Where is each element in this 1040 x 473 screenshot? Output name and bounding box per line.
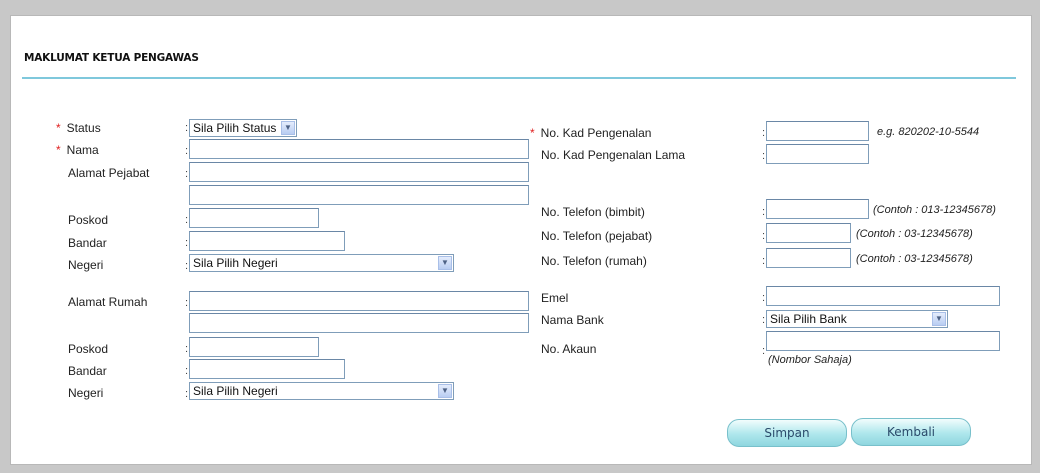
- emel-input[interactable]: [766, 286, 1000, 306]
- alamat-rumah-label: Alamat Rumah: [68, 295, 148, 309]
- ic-old-label: No. Kad Pengenalan Lama: [541, 148, 686, 162]
- nama-label-text: Nama: [66, 143, 99, 157]
- colon: :: [762, 345, 766, 357]
- tel-pejabat-input[interactable]: [766, 223, 851, 243]
- colon: :: [185, 388, 189, 400]
- bank-label: Nama Bank: [541, 313, 604, 327]
- colon: :: [185, 297, 189, 309]
- chevron-down-icon[interactable]: ▼: [281, 121, 295, 135]
- bank-select-value: Sila Pilih Bank: [770, 312, 847, 326]
- ic-label: * No. Kad Pengenalan: [530, 126, 651, 140]
- tel-pejabat-hint: (Contoh : 03-12345678): [856, 228, 973, 240]
- colon: :: [762, 230, 766, 242]
- negeri2-select-value: Sila Pilih Negeri: [193, 384, 278, 398]
- colon: :: [762, 314, 766, 326]
- status-label-text: Status: [66, 121, 101, 135]
- bank-select[interactable]: Sila Pilih Bank ▼: [766, 310, 948, 328]
- alamat-pejabat-input-2[interactable]: [189, 185, 529, 205]
- nama-label: * Nama: [56, 143, 99, 157]
- ic-label-text: No. Kad Pengenalan: [540, 126, 652, 140]
- section-divider: [22, 77, 1016, 79]
- colon: :: [185, 237, 189, 249]
- status-select[interactable]: Sila Pilih Status ▼: [189, 119, 297, 137]
- save-button[interactable]: Simpan: [727, 419, 847, 447]
- colon: :: [185, 260, 189, 272]
- poskod-input[interactable]: [189, 208, 319, 228]
- akaun-input[interactable]: [766, 331, 1000, 351]
- colon: :: [185, 168, 189, 180]
- poskod2-input[interactable]: [189, 337, 319, 357]
- negeri2-select[interactable]: Sila Pilih Negeri ▼: [189, 382, 454, 400]
- colon: :: [762, 206, 766, 218]
- chevron-down-icon[interactable]: ▼: [932, 312, 946, 326]
- tel-bimbit-hint: (Contoh : 013-12345678): [873, 204, 996, 216]
- form-panel: [10, 15, 1032, 465]
- bandar2-label: Bandar: [68, 364, 107, 378]
- tel-rumah-hint: (Contoh : 03-12345678): [856, 253, 973, 265]
- alamat-rumah-input-2[interactable]: [189, 313, 529, 333]
- akaun-label: No. Akaun: [541, 342, 597, 356]
- nama-input[interactable]: [189, 139, 529, 159]
- negeri2-label: Negeri: [68, 386, 104, 400]
- bandar-input[interactable]: [189, 231, 345, 251]
- tel-bimbit-input[interactable]: [766, 199, 869, 219]
- required-mark: *: [530, 126, 535, 140]
- chevron-down-icon[interactable]: ▼: [438, 256, 452, 270]
- poskod-label: Poskod: [68, 213, 109, 227]
- bandar2-input[interactable]: [189, 359, 345, 379]
- required-mark: *: [56, 121, 61, 135]
- colon: :: [762, 127, 766, 139]
- alamat-pejabat-input-1[interactable]: [189, 162, 529, 182]
- colon: :: [185, 214, 189, 226]
- section-title: MAKLUMAT KETUA PENGAWAS: [24, 52, 199, 64]
- emel-label: Emel: [541, 291, 569, 305]
- status-label: * Status: [56, 121, 101, 135]
- colon: :: [185, 122, 189, 134]
- ic-input[interactable]: [766, 121, 869, 141]
- colon: :: [762, 150, 766, 162]
- akaun-hint: (Nombor Sahaja): [768, 354, 852, 366]
- status-select-value: Sila Pilih Status: [193, 121, 277, 135]
- alamat-pejabat-label: Alamat Pejabat: [68, 166, 150, 180]
- ic-old-input[interactable]: [766, 144, 869, 164]
- bandar-label: Bandar: [68, 236, 107, 250]
- alamat-rumah-input-1[interactable]: [189, 291, 529, 311]
- tel-rumah-input[interactable]: [766, 248, 851, 268]
- negeri-select-value: Sila Pilih Negeri: [193, 256, 278, 270]
- colon: :: [185, 145, 189, 157]
- tel-pejabat-label: No. Telefon (pejabat): [541, 229, 653, 243]
- colon: :: [762, 292, 766, 304]
- ic-hint: e.g. 820202-10-5544: [877, 126, 980, 138]
- negeri-select[interactable]: Sila Pilih Negeri ▼: [189, 254, 454, 272]
- colon: :: [185, 365, 189, 377]
- colon: :: [185, 343, 189, 355]
- colon: :: [762, 255, 766, 267]
- negeri-label: Negeri: [68, 258, 104, 272]
- chevron-down-icon[interactable]: ▼: [438, 384, 452, 398]
- back-button[interactable]: Kembali: [851, 418, 971, 446]
- required-mark: *: [56, 143, 61, 157]
- poskod2-label: Poskod: [68, 342, 109, 356]
- tel-bimbit-label: No. Telefon (bimbit): [541, 205, 645, 219]
- tel-rumah-label: No. Telefon (rumah): [541, 254, 647, 268]
